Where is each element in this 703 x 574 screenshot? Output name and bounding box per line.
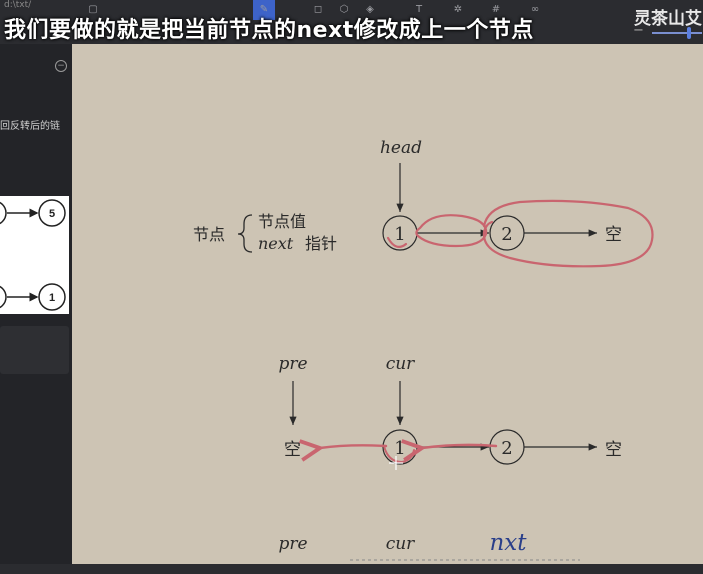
left-sidebar: − 回反转后的链 5 1 — [0, 44, 72, 564]
legend-pointer-label: 指针 — [305, 234, 337, 253]
legend-title: 节点 — [193, 225, 225, 244]
bottom-status-bar — [0, 564, 703, 574]
zoom-out-icon[interactable]: − — [633, 23, 644, 38]
thumb-node-partial — [0, 201, 7, 225]
list-node-value: 2 — [501, 224, 512, 245]
list-node-value: 2 — [501, 438, 512, 459]
whiteboard-canvas[interactable]: head 节点 节点值 next 指针 1 2 空 pre cur 空 1 2 … — [72, 44, 703, 564]
pre-pointer-label: pre — [278, 534, 307, 554]
sidebar-text: 回反转后的链 — [0, 121, 60, 132]
zoom-slider-track[interactable] — [652, 32, 702, 34]
thumb-node-partial — [0, 285, 7, 309]
thumb-node-value: 5 — [49, 208, 55, 220]
sidebar-panel[interactable] — [0, 326, 69, 374]
legend-next-var: next — [258, 234, 294, 253]
channel-watermark: 灵茶山艾 — [634, 9, 702, 29]
null-label: 空 — [605, 440, 622, 460]
linked-list-thumbnail[interactable]: 5 1 — [0, 196, 69, 314]
legend-brace — [237, 214, 253, 253]
head-pointer-label: head — [380, 138, 422, 158]
cur-pointer-label: cur — [386, 354, 415, 374]
path-label: d:\txt/ — [4, 0, 32, 10]
pre-pointer-label: pre — [278, 354, 307, 374]
cur-pointer-label: cur — [386, 534, 415, 554]
video-subtitle: 我们要做的就是把当前节点的next修改成上一个节点 — [4, 18, 534, 43]
reverse-arrow-annotation — [320, 445, 388, 448]
thumb-node-value: 1 — [49, 292, 55, 304]
zoom-slider-thumb[interactable] — [687, 27, 691, 39]
list-node-value: 1 — [394, 438, 405, 459]
null-label: 空 — [284, 440, 301, 460]
nxt-pointer-label: nxt — [489, 530, 527, 556]
list-node-value: 1 — [394, 224, 405, 245]
top-toolbar: d:\txt/ ▢ ✎ ◻ ⬡ ◈ T ✲ # ∞ 我们要做的就是把当前节点的n… — [0, 0, 703, 44]
collapse-icon[interactable]: − — [55, 60, 67, 72]
legend-value-label: 节点值 — [258, 212, 306, 231]
null-label: 空 — [605, 225, 622, 245]
